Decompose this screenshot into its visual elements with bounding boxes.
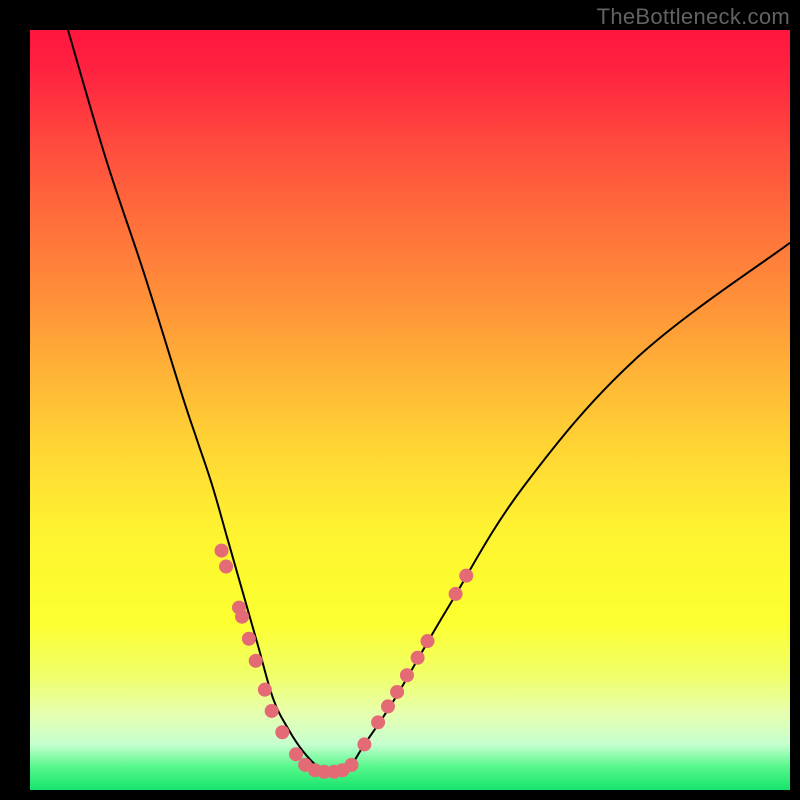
data-marker xyxy=(215,544,229,558)
data-marker xyxy=(390,685,404,699)
data-marker xyxy=(344,758,358,772)
chart-svg xyxy=(30,30,790,790)
data-marker xyxy=(219,560,233,574)
data-marker xyxy=(235,610,249,624)
data-marker xyxy=(459,569,473,583)
chart-plot-area xyxy=(30,30,790,790)
data-marker xyxy=(449,587,463,601)
data-marker xyxy=(371,715,385,729)
data-marker xyxy=(249,654,263,668)
curve-group xyxy=(68,30,790,772)
data-marker xyxy=(289,747,303,761)
data-marker xyxy=(242,632,256,646)
data-marker xyxy=(420,634,434,648)
chart-frame: TheBottleneck.com xyxy=(0,0,800,800)
data-marker xyxy=(411,651,425,665)
marker-group xyxy=(215,544,474,779)
watermark-text: TheBottleneck.com xyxy=(597,4,790,30)
data-marker xyxy=(400,668,414,682)
data-marker xyxy=(275,725,289,739)
data-marker xyxy=(381,699,395,713)
data-marker xyxy=(357,737,371,751)
data-marker xyxy=(265,704,279,718)
data-marker xyxy=(258,683,272,697)
bottleneck-curve xyxy=(68,30,790,772)
